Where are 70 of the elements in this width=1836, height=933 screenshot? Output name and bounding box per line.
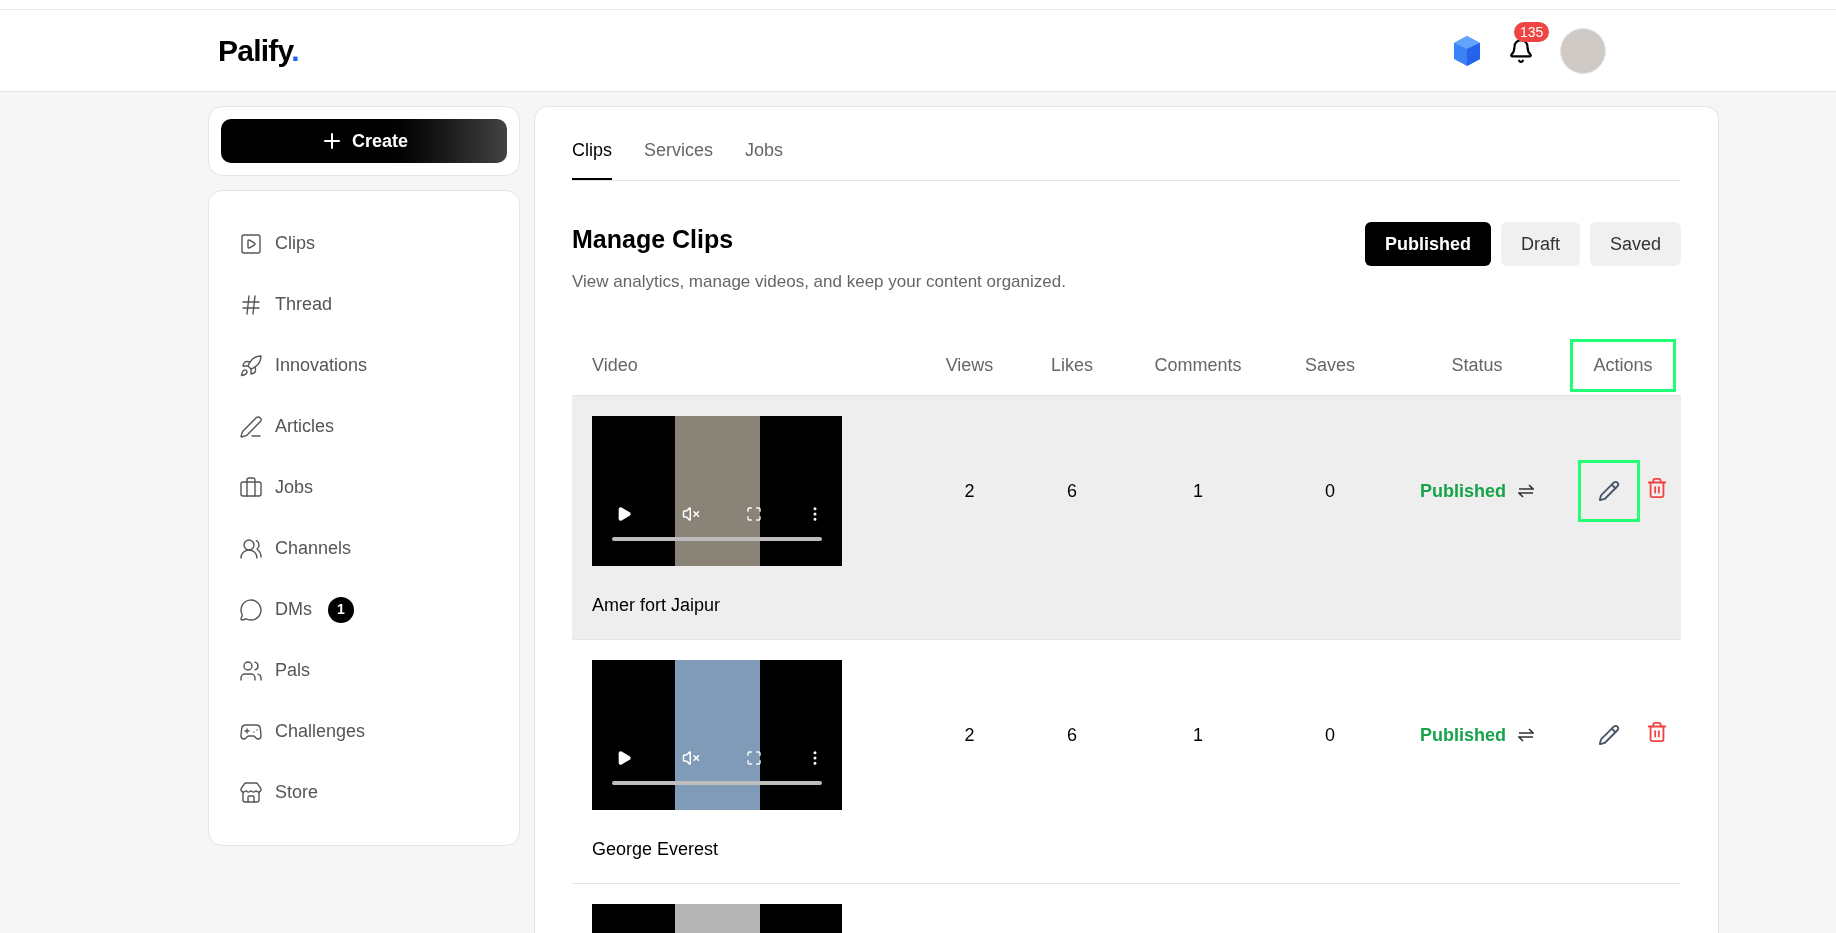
notification-bell-icon[interactable] <box>1508 37 1534 64</box>
fullscreen-icon[interactable] <box>746 506 762 522</box>
tab[interactable]: Services <box>644 137 714 180</box>
page-title: Manage Clips <box>572 224 735 255</box>
swap-icon[interactable] <box>1518 728 1534 742</box>
delete-icon[interactable] <box>1646 477 1668 499</box>
column-header: Likes <box>1051 354 1093 377</box>
notification-count: 135 <box>1514 21 1550 42</box>
page-subtitle: View analytics, manage videos, and keep your content organized. <box>572 270 1066 293</box>
sidebar-item[interactable]: DMs <box>275 596 312 623</box>
sidebar-item[interactable]: Pals <box>275 657 310 684</box>
people-icon <box>239 536 263 561</box>
sidebar-item[interactable]: Innovations <box>275 352 368 379</box>
hash-icon <box>239 292 263 317</box>
sidebar-item[interactable]: Articles <box>275 413 334 440</box>
people-icon <box>239 658 263 683</box>
sidebar-item[interactable]: Challenges <box>275 718 366 745</box>
store-icon <box>239 780 263 805</box>
column-header: Video <box>592 354 638 377</box>
table-cell-text: 1 <box>1192 723 1204 747</box>
rocket-icon <box>239 353 263 378</box>
sidebar-item[interactable]: Thread <box>275 291 333 318</box>
pencil-icon <box>1598 480 1620 502</box>
video-player[interactable] <box>592 660 842 810</box>
table-cell-text: 1 <box>1192 479 1204 503</box>
pen-icon <box>239 414 263 439</box>
edit-button[interactable] <box>1578 460 1640 522</box>
filter-button[interactable]: Draft <box>1500 222 1580 266</box>
sidebar-item[interactable]: Jobs <box>275 474 314 501</box>
table-cell-text: 6 <box>1066 723 1078 747</box>
video-title: Amer fort Jaipur <box>592 594 722 617</box>
filter-button[interactable]: Saved <box>1589 222 1681 266</box>
play-icon[interactable] <box>616 750 632 766</box>
delete-icon[interactable] <box>1646 721 1668 743</box>
column-header: Views <box>945 354 994 377</box>
column-header: Actions <box>1570 339 1676 392</box>
sidebar-item[interactable]: Store <box>275 779 319 806</box>
progress-track[interactable] <box>612 537 822 541</box>
video-icon <box>239 231 263 256</box>
video-player[interactable] <box>592 416 842 566</box>
logo[interactable]: Palify. <box>218 28 299 73</box>
briefcase-icon <box>239 475 263 500</box>
tab[interactable]: Clips <box>572 137 612 180</box>
column-header: Saves <box>1305 354 1355 377</box>
gem-icon[interactable] <box>1452 34 1482 67</box>
create-button[interactable]: Create <box>221 119 507 163</box>
table-cell-text: 6 <box>1066 479 1078 503</box>
tab[interactable]: Jobs <box>745 137 784 180</box>
column-header: Comments <box>1154 354 1242 377</box>
play-icon[interactable] <box>616 506 632 522</box>
swap-icon[interactable] <box>1518 484 1534 498</box>
status-label: Published <box>1420 479 1506 503</box>
column-header: Status <box>1451 354 1503 377</box>
video-title: George Everest <box>592 838 720 861</box>
table-cell-text: 2 <box>963 479 976 503</box>
fullscreen-icon[interactable] <box>746 750 762 766</box>
filter-button[interactable]: Published <box>1364 222 1491 266</box>
status-label: Published <box>1420 723 1506 747</box>
pencil-icon <box>1598 724 1620 746</box>
table-cell-text: 0 <box>1324 723 1336 747</box>
progress-track[interactable] <box>612 781 822 785</box>
mute-icon[interactable] <box>682 505 700 523</box>
table-cell-text: 0 <box>1324 479 1336 503</box>
sidebar-item[interactable]: Clips <box>275 230 315 257</box>
sidebar-item[interactable]: Channels <box>275 535 352 562</box>
chat-icon <box>239 597 263 622</box>
mute-icon[interactable] <box>682 749 700 767</box>
unread-badge: 1 <box>328 596 354 623</box>
table-cell-text: 2 <box>963 723 976 747</box>
video-player[interactable] <box>592 904 842 933</box>
